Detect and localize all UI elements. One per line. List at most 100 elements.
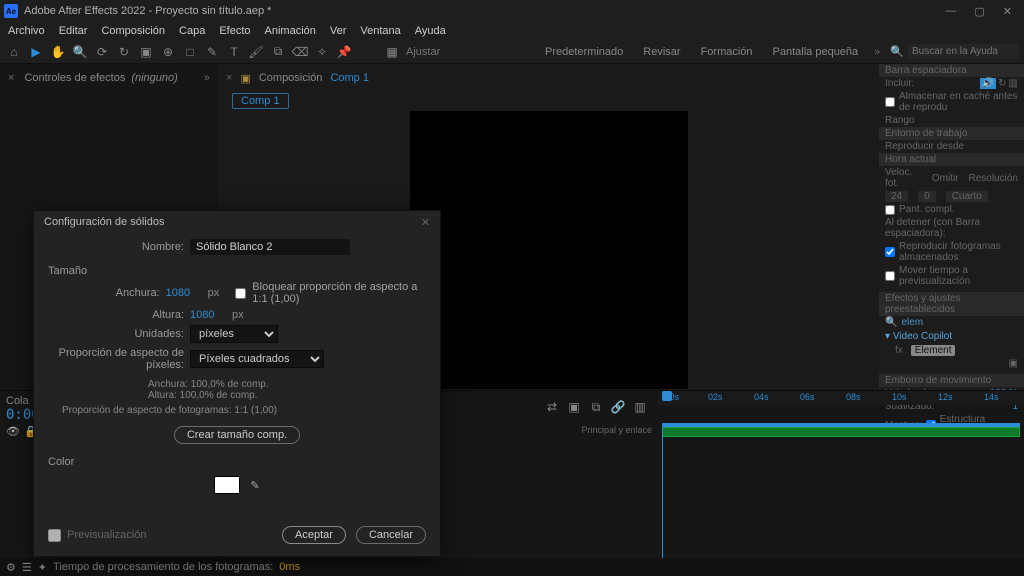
brush-tool-icon[interactable]: 🖌 — [248, 44, 264, 60]
menu-efecto[interactable]: Efecto — [219, 25, 250, 37]
tl-icon-3[interactable]: ⧉ — [588, 399, 604, 415]
roto-tool-icon[interactable]: ✧ — [314, 44, 330, 60]
play-from-dropdown[interactable]: Hora actual — [879, 153, 1024, 166]
tl-icon-5[interactable]: ▥ — [632, 399, 648, 415]
pen-tool-icon[interactable]: ✎ — [204, 44, 220, 60]
tick: 14s — [984, 392, 999, 402]
barra-espaciadora-dropdown[interactable]: Barra espaciadora — [879, 64, 1024, 77]
effects-search-value[interactable]: elem — [901, 317, 923, 328]
dialog-close-icon[interactable]: ✕ — [421, 216, 430, 229]
menu-composicion[interactable]: Composición — [101, 25, 165, 37]
zoom-tool-icon[interactable]: 🔍 — [72, 44, 88, 60]
tick: 10s — [892, 392, 907, 402]
par-label: Proporción de aspecto de píxeles: — [48, 347, 184, 371]
width-input[interactable] — [166, 287, 202, 299]
eye-icon[interactable]: 👁 — [6, 425, 20, 438]
layer-clip[interactable] — [662, 427, 1020, 437]
play-cached-checkbox[interactable] — [885, 247, 895, 257]
menu-ventana[interactable]: Ventana — [360, 25, 400, 37]
panel-close-icon[interactable]: × — [8, 72, 14, 84]
text-tool-icon[interactable]: T — [226, 44, 242, 60]
selection-tool-icon[interactable]: ▶ — [28, 44, 44, 60]
loop-icon[interactable]: ↻ — [998, 78, 1006, 89]
search-icon[interactable]: 🔍 — [890, 45, 904, 58]
camera-tool-icon[interactable]: ▣ — [138, 44, 154, 60]
height-input[interactable] — [190, 309, 226, 321]
motion-blur-header[interactable]: Emborro de movimiento — [879, 374, 1024, 387]
menu-editar[interactable]: Editar — [59, 25, 88, 37]
hand-tool-icon[interactable]: ✋ — [50, 44, 66, 60]
range-label: Rango — [879, 114, 1024, 127]
comp-flow-tab[interactable]: Comp 1 — [232, 93, 289, 109]
eyedropper-icon[interactable]: ✎ — [250, 479, 259, 492]
solid-name-input[interactable] — [190, 239, 350, 255]
status-label: Tiempo de procesamiento de los fotograma… — [53, 561, 273, 573]
make-comp-size-button[interactable]: Crear tamaño comp. — [174, 426, 300, 444]
move-time-checkbox[interactable] — [885, 271, 895, 281]
puppet-tool-icon[interactable]: 📌 — [336, 44, 352, 60]
tool-bar: ⌂ ▶ ✋ 🔍 ⟳ ↻ ▣ ⊕ □ ✎ T 🖌 ⧉ ⌫ ✧ 📌 ▦ Ajusta… — [0, 40, 1024, 64]
menu-ver[interactable]: Ver — [330, 25, 347, 37]
accept-button[interactable]: Aceptar — [282, 526, 346, 544]
current-time-indicator[interactable] — [662, 423, 663, 567]
rotate-tool-icon[interactable]: ↻ — [116, 44, 132, 60]
cancel-button[interactable]: Cancelar — [356, 526, 426, 544]
range-dropdown[interactable]: Entorno de trabajo — [879, 127, 1024, 140]
audio-icon[interactable]: 🔊 — [980, 78, 996, 89]
tl-icon-2[interactable]: ▣ — [566, 399, 582, 415]
name-label: Nombre: — [48, 241, 184, 253]
tl-icon-4[interactable]: 🔗 — [610, 399, 626, 415]
snap-icon[interactable]: ▦ — [384, 44, 400, 60]
lock-aspect-label: Bloquear proporción de aspecto a 1:1 (1,… — [252, 281, 426, 305]
close-icon[interactable]: ✕ — [1003, 5, 1012, 18]
fps-label: Veloc. fot. — [885, 167, 922, 189]
time-ruler[interactable]: :00s 02s 04s 06s 08s 10s 12s 14s — [658, 391, 1024, 405]
menu-animacion[interactable]: Animación — [265, 25, 316, 37]
composition-canvas[interactable] — [410, 111, 688, 389]
color-swatch[interactable] — [214, 476, 240, 494]
play-cached-label: Reproducir fotogramas almacenados — [899, 241, 1018, 263]
fps-input[interactable]: 24 — [885, 191, 908, 202]
orbit-tool-icon[interactable]: ⟳ — [94, 44, 110, 60]
effects-presets-header[interactable]: Efectos y ajustes preestablecidos — [879, 292, 1024, 316]
help-search-input[interactable] — [908, 44, 1018, 59]
units-select[interactable]: píxeles — [190, 325, 278, 343]
timeline-tracks[interactable] — [658, 423, 1024, 567]
search-icon[interactable]: 🔍 — [885, 317, 897, 328]
eraser-tool-icon[interactable]: ⌫ — [292, 44, 308, 60]
par-select[interactable]: Píxeles cuadrados — [190, 350, 324, 368]
quality-dropdown[interactable]: Cuarto — [946, 191, 988, 202]
fullscreen-checkbox[interactable] — [885, 205, 895, 215]
shape-tool-icon[interactable]: □ — [182, 44, 198, 60]
menu-archivo[interactable]: Archivo — [8, 25, 45, 37]
overflow-icon[interactable]: » — [874, 46, 880, 58]
preview-checkbox — [48, 529, 61, 542]
anchor-tool-icon[interactable]: ⊕ — [160, 44, 176, 60]
size-section-label: Tamaño — [48, 265, 426, 277]
comp-tab-name[interactable]: Comp 1 — [330, 72, 369, 84]
menu-ayuda[interactable]: Ayuda — [415, 25, 446, 37]
skip-input[interactable]: 0 — [918, 191, 936, 202]
maximize-icon[interactable]: ▢ — [974, 5, 984, 18]
cache-before-checkbox[interactable] — [885, 97, 895, 107]
cache-icon[interactable]: ▥ — [1009, 78, 1018, 89]
panel-close-icon[interactable]: × — [226, 72, 232, 84]
workspace-small[interactable]: Pantalla pequeña — [773, 46, 859, 58]
tl-icon-1[interactable]: ⇄ — [544, 399, 560, 415]
status-icon: ✦ — [38, 561, 47, 574]
element-effect[interactable]: Element — [911, 345, 956, 356]
snap-label[interactable]: Ajustar — [406, 46, 440, 58]
stamp-tool-icon[interactable]: ⧉ — [270, 44, 286, 60]
panel-menu-icon[interactable]: » — [204, 72, 210, 84]
workspace-learn[interactable]: Formación — [701, 46, 753, 58]
minimize-icon[interactable]: — — [945, 5, 956, 18]
effect-icon: fx — [895, 345, 903, 356]
status-value: 0ms — [279, 561, 300, 573]
menu-capa[interactable]: Capa — [179, 25, 205, 37]
workspace-review[interactable]: Revisar — [643, 46, 680, 58]
home-icon[interactable]: ⌂ — [6, 44, 22, 60]
video-copilot-group[interactable]: ▾ Video Copilot — [879, 329, 1024, 344]
lock-aspect-checkbox[interactable] — [235, 288, 246, 299]
new-bin-icon[interactable]: ▣ — [1009, 358, 1018, 369]
workspace-default[interactable]: Predeterminado — [545, 46, 623, 58]
